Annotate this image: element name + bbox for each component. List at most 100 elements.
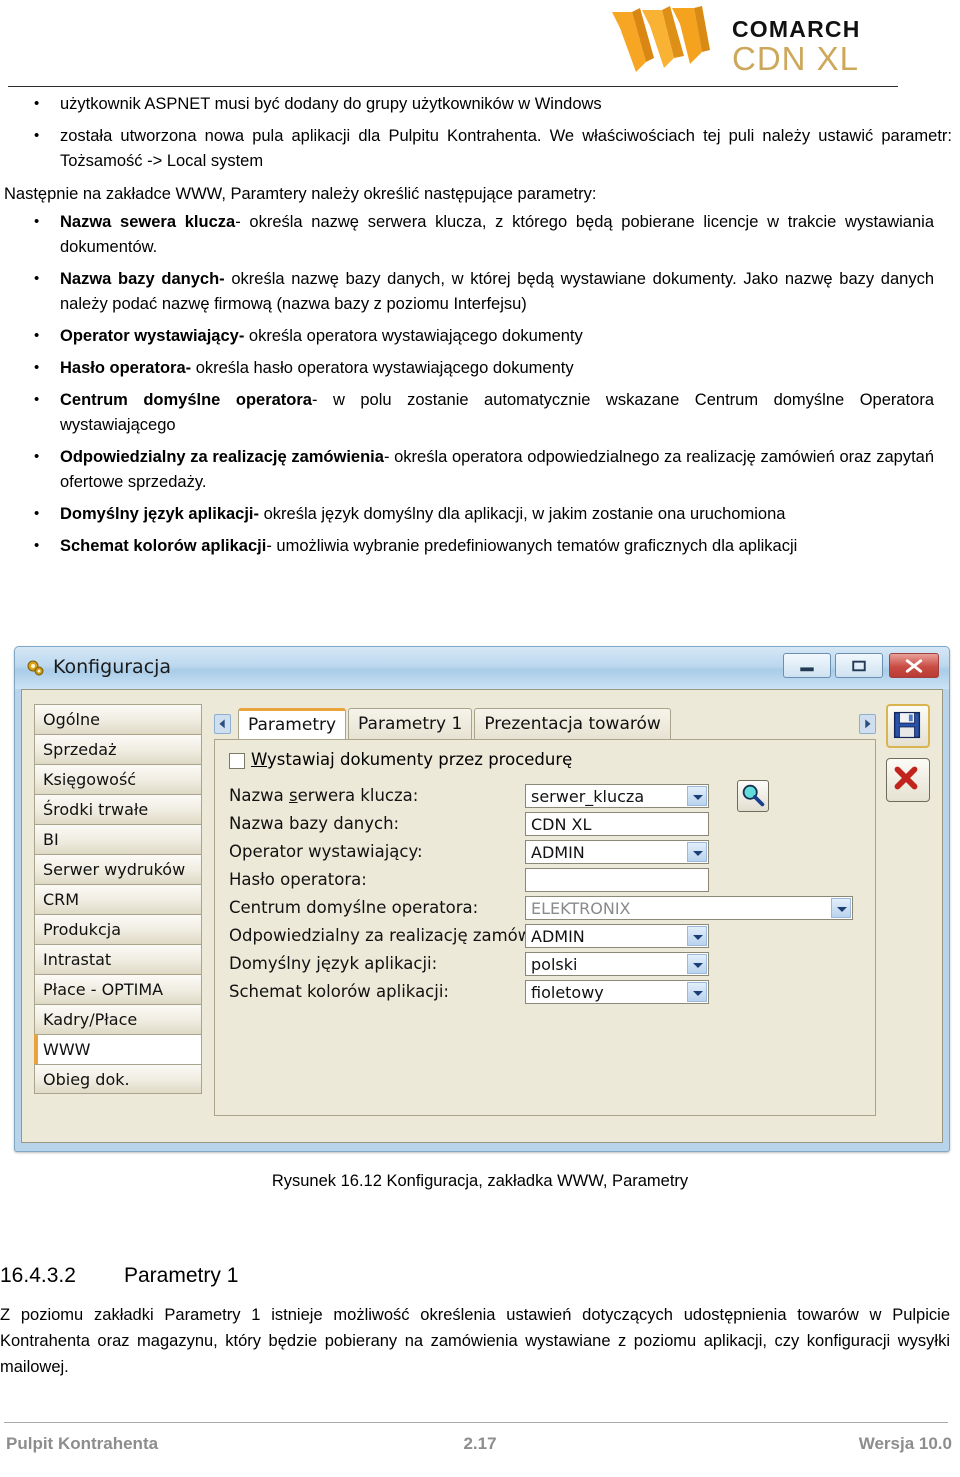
chevron-down-icon[interactable] [687,954,707,974]
field-row-nazwa-serwera-klucza: Nazwa serwera klucza: serwer_klucza [229,780,861,812]
sidebar-item-intrastat[interactable]: Intrastat [34,944,202,974]
tab-scroll-left-button[interactable] [214,714,231,734]
domyslny-jezyk-aplikacji-combo[interactable]: polski [525,952,709,976]
section-title: Parametry 1 [124,1264,239,1287]
checkbox-label-rest: ystawiaj dokumenty przez procedurę [267,750,573,769]
chevron-down-icon[interactable] [831,898,851,918]
tab-parametry-1[interactable]: Parametry 1 [348,708,473,740]
footer-divider [4,1422,948,1423]
field-label: Nazwa serwera klucza: [229,786,419,805]
odpowiedzialny-za-realizacje-combo[interactable]: ADMIN [525,924,709,948]
chevron-down-icon[interactable] [687,982,707,1002]
sidebar-item-ogolne[interactable]: Ogólne [34,704,202,734]
checkbox-mnemonic: W [251,750,268,769]
document-content: użytkownik ASPNET musi być dodany do gru… [0,91,960,566]
schemat-kolorow-aplikacji-combo[interactable]: fioletowy [525,980,709,1004]
parameter-description-list: Nazwa sewera klucza- określa nazwę serwe… [0,209,960,559]
field-row-centrum-domyslne-operatora: Centrum domyślne operatora: ELEKTRONIX [229,896,861,922]
list-item: Centrum domyślne operatora- w polu zosta… [0,387,934,438]
search-button[interactable] [737,780,769,812]
dialog-title: Konfiguracja [53,656,172,678]
tabstrip: Parametry Parametry 1 Prezentacja towaró… [238,708,852,740]
tab-scroll-right-button[interactable] [859,714,876,734]
nazwa-bazy-danych-input[interactable]: CDN XL [525,812,709,836]
list-item: Nazwa sewera klucza- określa nazwę serwe… [0,209,934,260]
param-term: Centrum domyślne operatora [60,391,312,409]
tab-parametry[interactable]: Parametry [238,708,347,740]
bullet-text: użytkownik ASPNET musi być dodany do gru… [60,95,602,113]
comarch-w-mark-icon [612,6,710,72]
minimize-icon [800,667,814,672]
sidebar-item-obieg-dok[interactable]: Obieg dok. [34,1064,202,1094]
dialog-sidebar: Ogólne Sprzedaż Księgowość Środki trwałe… [34,704,202,1094]
param-desc: określa hasło operatora wystawiającego d… [191,359,574,377]
minimize-button[interactable] [783,653,831,678]
operator-wystawiajacy-combo[interactable]: ADMIN [525,840,709,864]
param-desc: określa operatora wystawiającego dokumen… [244,327,583,345]
chevron-right-icon [865,719,871,729]
param-term: Nazwa sewera klucza [60,213,236,231]
footer-center: 2.17 [463,1434,497,1453]
nazwa-serwera-klucza-combo[interactable]: serwer_klucza [525,784,709,808]
field-row-odpowiedzialny-za-realizacje: Odpowiedzialny za realizację zamówienia:… [229,924,861,950]
sidebar-item-bi[interactable]: BI [34,824,202,854]
wystawiaj-dokumenty-label: Wystawiaj dokumenty przez procedurę [251,750,572,769]
field-label: Domyślny język aplikacji: [229,954,438,973]
sidebar-item-produkcja[interactable]: Produkcja [34,914,202,944]
field-row-domyslny-jezyk-aplikacji: Domyślny język aplikacji: polski [229,952,861,978]
wystawiaj-dokumenty-checkbox[interactable] [229,753,245,769]
sidebar-item-ksiegowosc[interactable]: Księgowość [34,764,202,794]
save-button[interactable] [886,704,930,748]
param-term: Hasło operatora- [60,359,192,377]
param-desc: określa język domyślny dla aplikacji, w … [259,505,786,523]
sidebar-item-serwer-wydrukow[interactable]: Serwer wydruków [34,854,202,884]
footer-right: Wersja 10.0 [858,1434,952,1453]
param-term: Schemat kolorów aplikacji [60,537,267,555]
comarch-cdnxl-logo: COMARCH CDN XL [606,4,898,82]
maximize-icon [852,660,866,672]
dialog-body: Ogólne Sprzedaż Księgowość Środki trwałe… [21,689,943,1143]
field-value: CDN XL [531,815,592,834]
field-row-schemat-kolorow-aplikacji: Schemat kolorów aplikacji: fioletowy [229,980,861,1006]
intro-paragraph: Następnie na zakładce WWW, Paramtery nal… [4,185,597,203]
sidebar-item-kadry-place[interactable]: Kadry/Płace [34,1004,202,1034]
sidebar-item-srodki-trwale[interactable]: Środki trwałe [34,794,202,824]
sidebar-item-place-optima[interactable]: Płace - OPTIMA [34,974,202,1004]
tab-prezentacja-towarow[interactable]: Prezentacja towarów [474,708,671,740]
chevron-down-icon[interactable] [687,786,707,806]
konfiguracja-dialog-screenshot: Konfiguracja Ogólne Sprzedaż Księgowość … [14,646,950,1152]
haslo-operatora-input[interactable] [525,868,709,892]
field-label: Nazwa bazy danych: [229,814,400,833]
sidebar-item-crm[interactable]: CRM [34,884,202,914]
list-item: została utworzona nowa pula aplikacji dl… [0,123,952,174]
cancel-button[interactable] [886,758,930,802]
section-number: 16.4.3.2 [0,1264,76,1287]
param-term: Domyślny język aplikacji- [60,505,260,523]
close-button[interactable] [889,653,939,678]
maximize-button[interactable] [835,653,883,678]
centrum-domyslne-operatora-combo[interactable]: ELEKTRONIX [525,896,853,920]
field-value: serwer_klucza [531,787,645,806]
dialog-titlebar: Konfiguracja [15,647,949,689]
field-label: Centrum domyślne operatora: [229,898,479,917]
section-body: Z poziomu zakładki Parametry 1 istnieje … [0,1306,950,1376]
field-row-nazwa-bazy-danych: Nazwa bazy danych: CDN XL [229,812,861,838]
tab-page-parametry: Wystawiaj dokumenty przez procedurę Nazw… [214,739,876,1116]
gear-icon [27,660,44,676]
field-label: Schemat kolorów aplikacji: [229,982,449,1001]
page-footer: Pulpit Kontrahenta 2.17 Wersja 10.0 [0,1434,960,1464]
field-value: polski [531,955,578,974]
chevron-down-icon[interactable] [687,842,707,862]
param-term: Nazwa bazy danych- [60,270,225,288]
field-row-operator-wystawiajacy: Operator wystawiający: ADMIN [229,840,861,866]
document-header: COMARCH CDN XL [0,0,960,90]
logo-brand-text: COMARCH [732,16,861,42]
header-divider [8,86,898,87]
list-item: Operator wystawiający- określa operatora… [0,323,934,349]
chevron-down-icon[interactable] [687,926,707,946]
magnifier-icon [742,784,765,807]
sidebar-item-sprzedaz[interactable]: Sprzedaż [34,734,202,764]
sidebar-item-www[interactable]: WWW [34,1034,202,1064]
list-item: Domyślny język aplikacji- określa język … [0,501,934,527]
list-item: Nazwa bazy danych- określa nazwę bazy da… [0,266,934,317]
